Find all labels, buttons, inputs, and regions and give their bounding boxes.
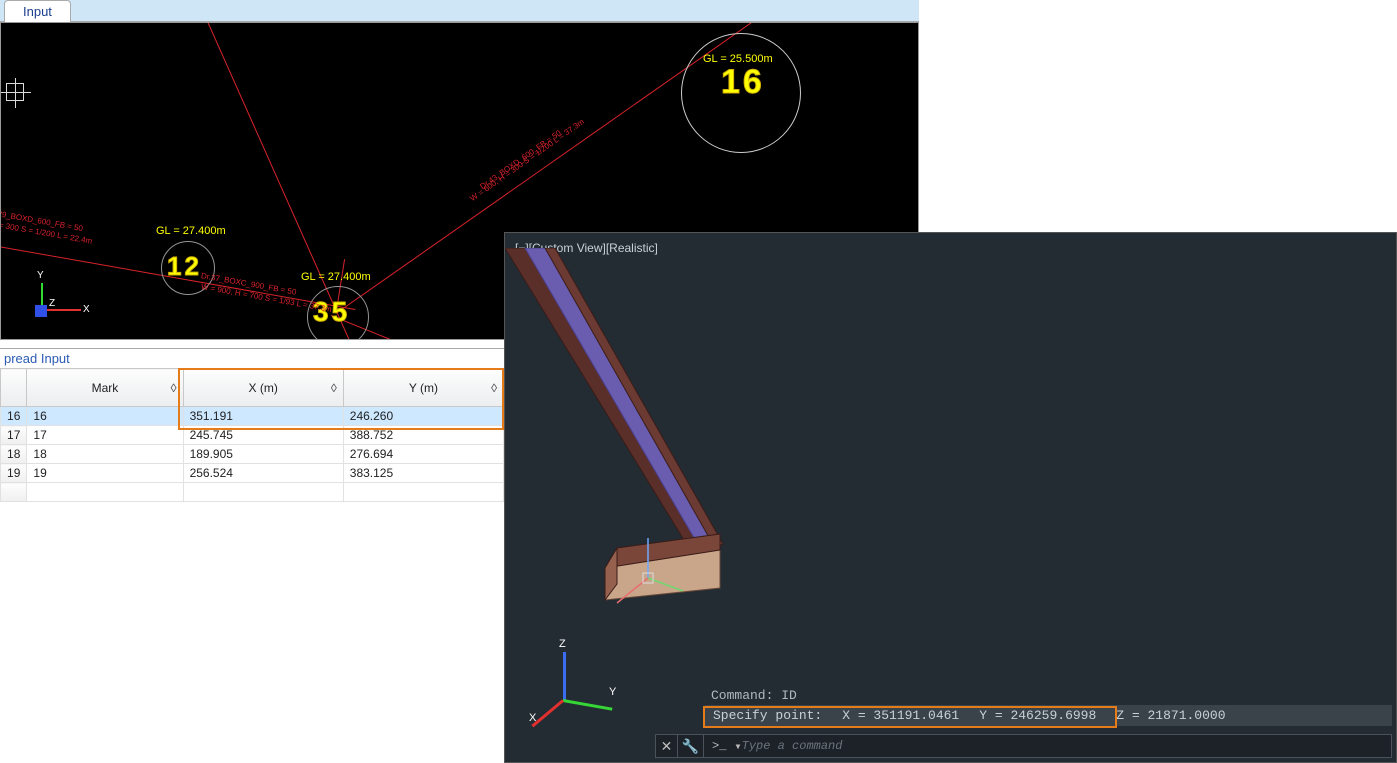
- command-result-line: Specify point: X = 351191.0461 Y = 24625…: [705, 705, 1392, 726]
- cell-mark[interactable]: 19: [27, 464, 183, 483]
- cell-y[interactable]: [343, 483, 503, 502]
- cell-mark[interactable]: 16: [27, 407, 183, 426]
- row-number: 17: [1, 426, 27, 445]
- table-row[interactable]: [1, 483, 504, 502]
- cursor-crosshair-icon: [6, 83, 24, 101]
- cell-x[interactable]: 351.191: [183, 407, 343, 426]
- command-history: Command: ID Specify point: X = 351191.04…: [705, 686, 1392, 726]
- settings-icon[interactable]: 🔧: [678, 735, 704, 757]
- row-number: 16: [1, 407, 27, 426]
- cell-mark[interactable]: 17: [27, 426, 183, 445]
- cell-x[interactable]: [183, 483, 343, 502]
- node-id: 12: [167, 251, 202, 282]
- row-number: 19: [1, 464, 27, 483]
- command-input[interactable]: Type a command: [742, 739, 843, 753]
- cell-y[interactable]: 276.694: [343, 445, 503, 464]
- gl-label: GL = 27.400m: [156, 225, 226, 237]
- node-id: 16: [721, 63, 765, 102]
- table-row[interactable]: 16 16 351.191 246.260: [1, 407, 504, 426]
- close-icon[interactable]: ✕: [656, 735, 678, 757]
- column-header-x[interactable]: X (m)◊: [183, 369, 343, 407]
- column-header-y[interactable]: Y (m)◊: [343, 369, 503, 407]
- panel-title: pread Input: [0, 348, 504, 368]
- table-row[interactable]: 17 17 245.745 388.752: [1, 426, 504, 445]
- table-row[interactable]: 18 18 189.905 276.694: [1, 445, 504, 464]
- cell-x[interactable]: 189.905: [183, 445, 343, 464]
- cell-y[interactable]: 383.125: [343, 464, 503, 483]
- row-header-blank: [1, 369, 27, 407]
- row-number: [1, 483, 27, 502]
- cell-y[interactable]: 246.260: [343, 407, 503, 426]
- command-history-line: Command: ID: [705, 686, 1392, 705]
- row-number: 18: [1, 445, 27, 464]
- tab-bar: Input: [0, 0, 919, 22]
- column-header-mark[interactable]: Mark◊: [27, 369, 183, 407]
- table-row[interactable]: 19 19 256.524 383.125: [1, 464, 504, 483]
- viewport-3d[interactable]: [−][Custom View][Realistic] Z Y X Comman…: [504, 232, 1397, 763]
- ucs-icon: [603, 533, 693, 623]
- segment-label: W = 600, H = 300 S = 1/200 L = 37.3m: [468, 117, 585, 203]
- cell-mark[interactable]: [27, 483, 183, 502]
- cell-mark[interactable]: 18: [27, 445, 183, 464]
- plan-axes-gizmo: Y X Z: [21, 269, 91, 329]
- command-input-bar[interactable]: ✕ 🔧 >_ ▾ Type a command: [655, 734, 1392, 758]
- cell-x[interactable]: 256.524: [183, 464, 343, 483]
- viewport-axes-gizmo: Z Y X: [535, 642, 615, 722]
- spread-input-table[interactable]: Mark◊ X (m)◊ Y (m)◊ 16 16 351.191 246.26…: [0, 368, 504, 502]
- cell-y[interactable]: 388.752: [343, 426, 503, 445]
- command-prompt-icon: >_: [704, 739, 734, 753]
- node-id: 35: [313, 296, 350, 328]
- cell-x[interactable]: 245.745: [183, 426, 343, 445]
- dropdown-icon[interactable]: ▾: [734, 739, 741, 754]
- gl-label: GL = 27.400m: [301, 271, 371, 283]
- tab-input[interactable]: Input: [4, 0, 71, 22]
